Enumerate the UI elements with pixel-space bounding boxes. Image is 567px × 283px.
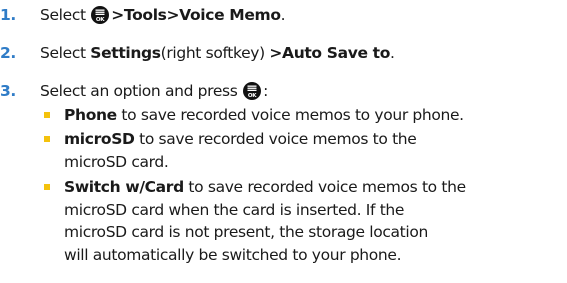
bullet-icon (44, 136, 50, 142)
svg-text:OK: OK (96, 17, 105, 23)
svg-text:OK: OK (248, 93, 257, 99)
option-label: Phone (64, 106, 117, 124)
step-3-text: Select an option and press (40, 82, 238, 100)
list-item: Phone to save recorded voice memos to yo… (44, 104, 564, 127)
step-number: 1. (0, 6, 16, 24)
auto-save-path: >Auto Save to (269, 44, 391, 62)
menu-ok-icon: OK (243, 82, 262, 100)
step-1-suffix: . (280, 6, 286, 24)
step-1-prefix: Select (40, 6, 86, 24)
option-label: microSD (64, 130, 135, 148)
bullet-icon (44, 112, 50, 118)
settings-label: Settings (90, 44, 161, 62)
step-number: 3. (0, 82, 16, 100)
step-1-path: >Tools>Voice Memo (111, 6, 281, 24)
step-number: 2. (0, 44, 16, 62)
list-item-line: Switch w/Card to save recorded voice mem… (64, 178, 466, 196)
step-3: 3. Select an option and press OK : (0, 80, 268, 102)
option-label: Switch w/Card (64, 178, 184, 196)
step-2: 2. Select Settings(right softkey) >Auto S… (0, 42, 395, 64)
softkey-hint: (right softkey) (160, 44, 266, 62)
list-item: Switch w/Card to save recorded voice mem… (44, 176, 564, 266)
step-1: 1. Select OK >Tools>Voice Memo. (0, 4, 286, 26)
list-item-line: will automatically be switched to your p… (64, 245, 402, 264)
list-item-line: microSD card. (64, 152, 169, 171)
list-item-line: microSD to save recorded voice memos to … (64, 130, 417, 148)
step-2-suffix: . (390, 44, 395, 62)
list-item: microSD to save recorded voice memos to … (44, 128, 564, 173)
bullet-icon (44, 184, 50, 190)
list-item-line: Phone to save recorded voice memos to yo… (64, 106, 464, 124)
instruction-document: 1. Select OK >Tools>Voice Memo. 2. Select … (0, 0, 567, 283)
list-item-line: microSD card is not present, the storage… (64, 223, 428, 241)
menu-ok-icon: OK (91, 6, 110, 24)
step-3-suffix: : (263, 82, 268, 100)
list-item-line: microSD card when the card is inserted. … (64, 200, 405, 219)
step-2-prefix: Select (40, 44, 86, 62)
